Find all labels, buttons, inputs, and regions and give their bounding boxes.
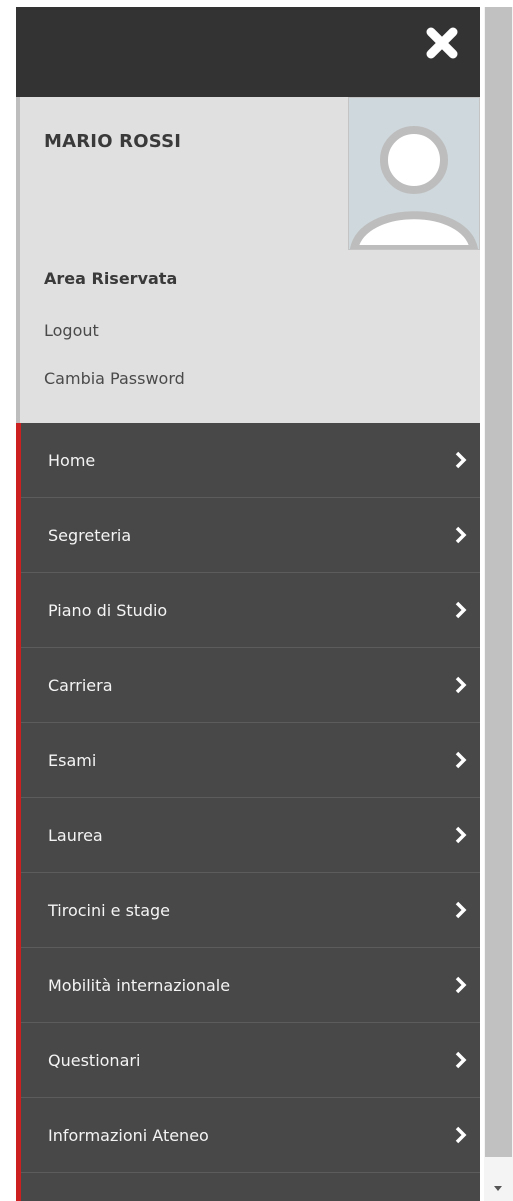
chevron-right-icon (455, 601, 467, 619)
menu-item-questionari[interactable]: Questionari (21, 1023, 480, 1098)
user-avatar-icon (349, 98, 479, 253)
menu-item-informazioni-ateneo[interactable]: Informazioni Ateneo (21, 1098, 480, 1173)
chevron-right-icon (455, 901, 467, 919)
logout-link[interactable]: Logout (44, 321, 99, 340)
chevron-right-icon (455, 976, 467, 994)
user-profile-area: MARIO ROSSI Area Riservata Logout Cambia… (16, 97, 480, 423)
close-icon (426, 27, 458, 59)
menu-item-label: Segreteria (48, 526, 132, 545)
menu-item-label: Home (48, 451, 96, 470)
chevron-right-icon (455, 451, 467, 469)
menu-item-carriera[interactable]: Carriera (21, 648, 480, 723)
chevron-right-icon (455, 1051, 467, 1069)
scroll-down-arrow-icon[interactable] (490, 1181, 506, 1195)
chevron-right-icon (455, 676, 467, 694)
menu-item-label: Tirocini e stage (48, 901, 170, 920)
scrollbar-thumb[interactable] (485, 7, 512, 1157)
menu-item-piano-di-studio[interactable]: Piano di Studio (21, 573, 480, 648)
menu-item-label: Piano di Studio (48, 601, 168, 620)
chevron-right-icon (455, 826, 467, 844)
side-menu-panel: MARIO ROSSI Area Riservata Logout Cambia… (16, 7, 480, 1201)
chevron-right-icon (455, 751, 467, 769)
menu-item-label: Questionari (48, 1051, 141, 1070)
menu-item-label: Laurea (48, 826, 103, 845)
user-avatar (348, 97, 480, 253)
menu-item-esami[interactable]: Esami (21, 723, 480, 798)
chevron-right-icon (455, 526, 467, 544)
menu-header (16, 7, 480, 97)
chevron-right-icon (455, 1126, 467, 1144)
user-name: MARIO ROSSI (44, 131, 182, 152)
menu-item-label: Carriera (48, 676, 113, 695)
menu-item-segreteria[interactable]: Segreteria (21, 498, 480, 573)
menu-item-home[interactable]: Home (21, 423, 480, 498)
menu-item-laurea[interactable]: Laurea (21, 798, 480, 873)
vertical-scrollbar[interactable] (484, 7, 513, 1201)
reserved-area-title: Area Riservata (44, 269, 178, 288)
menu-item-tirocini-e-stage[interactable]: Tirocini e stage (21, 873, 480, 948)
menu-item-label: Esami (48, 751, 97, 770)
change-password-link[interactable]: Cambia Password (44, 369, 185, 388)
main-menu: Home Segreteria Piano di Studio Carriera… (16, 423, 480, 1201)
menu-item-label: Mobilità internazionale (48, 976, 231, 995)
menu-item-label: Informazioni Ateneo (48, 1126, 209, 1145)
close-menu-button[interactable] (422, 23, 462, 63)
menu-item-mobilita-internazionale[interactable]: Mobilità internazionale (21, 948, 480, 1023)
